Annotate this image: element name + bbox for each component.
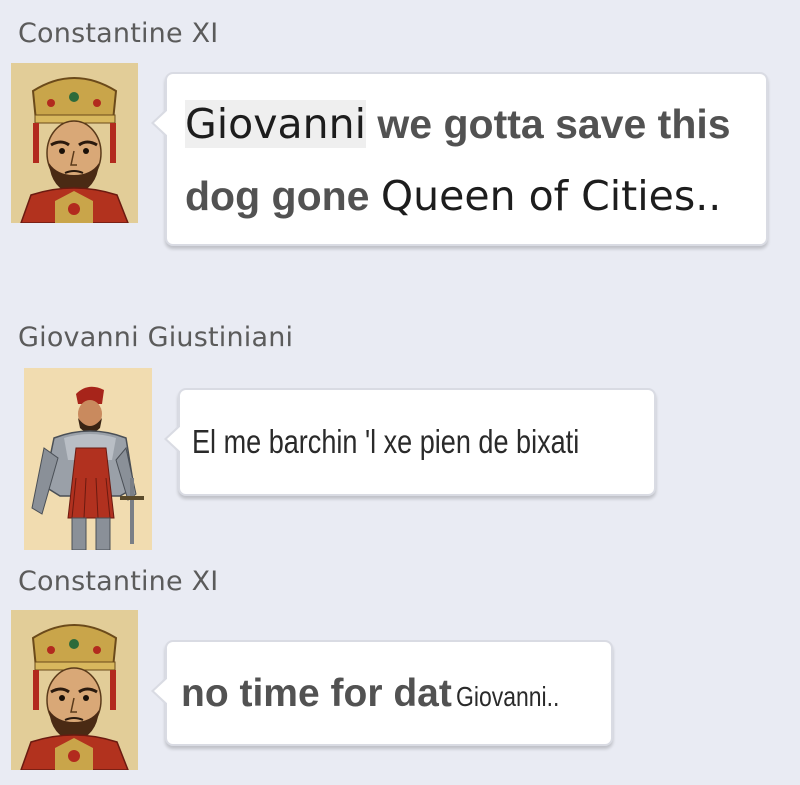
- sender-name[interactable]: Constantine XI: [18, 18, 218, 49]
- message-bubble: Giovanni we gotta save this dog gone Que…: [151, 72, 768, 246]
- armored-knight-portrait-icon[interactable]: [24, 368, 152, 550]
- message-text: we gotta save this: [377, 101, 731, 147]
- sender-name[interactable]: Giovanni Giustiniani: [18, 322, 293, 353]
- message-bubble: no time for dat Giovanni..: [151, 640, 613, 746]
- message-bubble: El me barchin 'l xe pien de bixati: [164, 388, 656, 496]
- message-text: no time for dat: [181, 672, 452, 715]
- message-text: Queen of Cities..: [380, 172, 722, 220]
- message-text: Giovanni..: [456, 681, 560, 712]
- emperor-portrait-icon[interactable]: [11, 610, 138, 770]
- message-text: Giovanni: [185, 100, 366, 148]
- sender-name[interactable]: Constantine XI: [18, 566, 218, 597]
- message-text: El me barchin 'l xe pien de bixati: [192, 423, 580, 460]
- emperor-portrait-icon[interactable]: [11, 63, 138, 223]
- message-text: dog gone: [185, 173, 370, 219]
